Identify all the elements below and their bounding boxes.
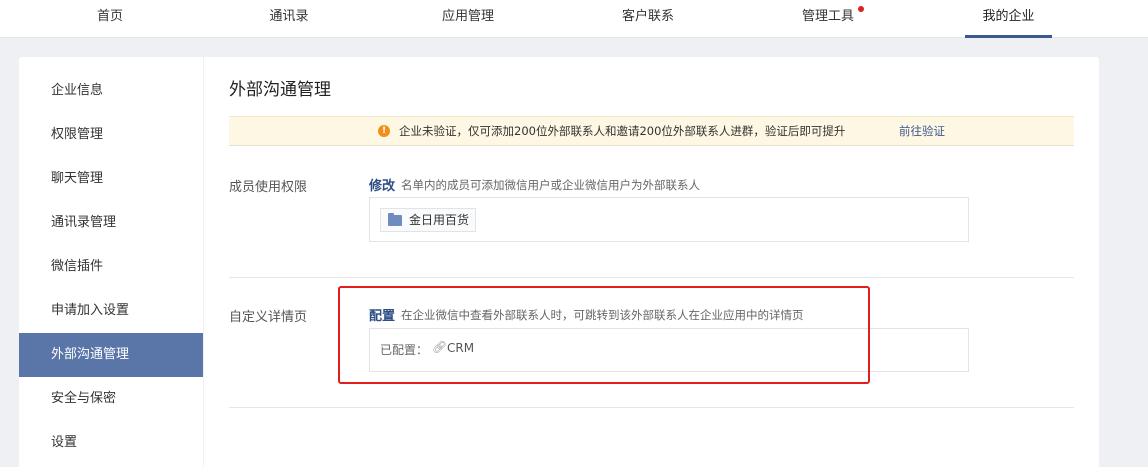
sidebar-item-external-communication[interactable]: 外部沟通管理 (19, 333, 203, 377)
member-permission-label: 成员使用权限 (229, 180, 308, 195)
section-divider (229, 407, 1074, 408)
main-panel: 外部沟通管理 ! 企业未验证，仅可添加200位外部联系人和邀请200位外部联系人… (204, 57, 1099, 467)
modify-link[interactable]: 修改 (369, 175, 395, 194)
top-nav: 首页 通讯录 应用管理 客户联系 管理工具 我的企业 (0, 0, 1148, 38)
sidebar-item-permissions[interactable]: 权限管理 (19, 113, 203, 157)
folder-icon (388, 213, 402, 226)
sidebar-item-chat-management[interactable]: 聊天管理 (19, 157, 203, 201)
member-permission-description: 名单内的成员可添加微信用户或企业微信用户为外部联系人 (401, 178, 700, 192)
sidebar-item-enterprise-info[interactable]: 企业信息 (19, 69, 203, 113)
warning-icon: ! (378, 125, 390, 137)
tab-home[interactable]: 首页 (88, 0, 132, 38)
highlight-box (338, 286, 870, 384)
verification-notice: ! 企业未验证，仅可添加200位外部联系人和邀请200位外部联系人进群，验证后即… (229, 116, 1074, 146)
member-list-box: 金日用百货 (369, 197, 969, 242)
go-verify-link[interactable]: 前往验证 (899, 117, 945, 145)
tab-customer-contact[interactable]: 客户联系 (616, 0, 680, 38)
tab-contacts[interactable]: 通讯录 (264, 0, 314, 38)
sidebar-item-wechat-plugin[interactable]: 微信插件 (19, 245, 203, 289)
tab-management-tools[interactable]: 管理工具 (796, 0, 860, 38)
member-tag[interactable]: 金日用百货 (380, 208, 476, 232)
sidebar-item-security[interactable]: 安全与保密 (19, 377, 203, 421)
page-title: 外部沟通管理 (229, 80, 331, 100)
sidebar: 企业信息 权限管理 聊天管理 通讯录管理 微信插件 申请加入设置 外部沟通管理 … (19, 57, 203, 467)
tab-app-management[interactable]: 应用管理 (436, 0, 500, 38)
tab-my-enterprise[interactable]: 我的企业 (965, 0, 1052, 38)
notice-message: 企业未验证，仅可添加200位外部联系人和邀请200位外部联系人进群，验证后即可提… (399, 124, 846, 138)
notification-dot (858, 6, 864, 12)
custom-detail-label: 自定义详情页 (229, 310, 308, 325)
member-tag-label: 金日用百货 (409, 213, 470, 227)
section-divider (229, 277, 1074, 278)
sidebar-item-contacts-management[interactable]: 通讯录管理 (19, 201, 203, 245)
sidebar-item-settings[interactable]: 设置 (19, 421, 203, 465)
sidebar-item-join-settings[interactable]: 申请加入设置 (19, 289, 203, 333)
